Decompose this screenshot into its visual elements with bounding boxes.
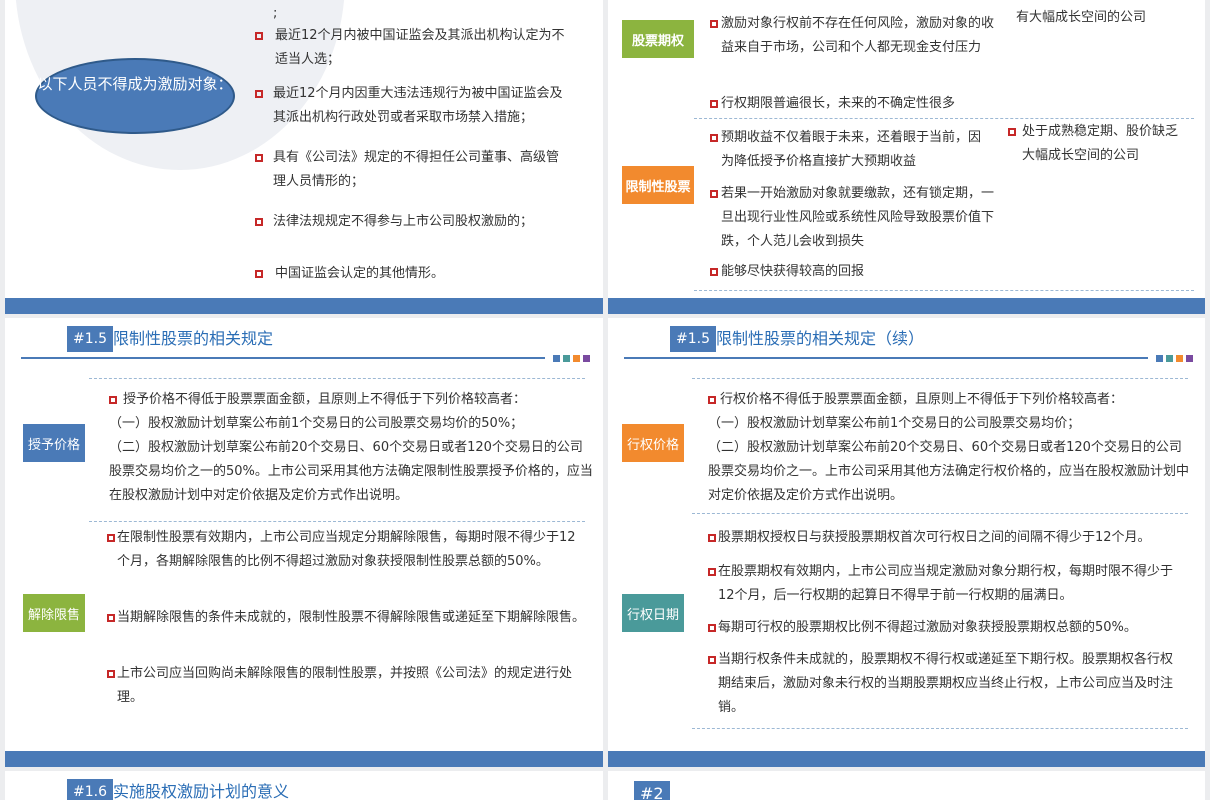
restricted-item: 预期收益不仅着眼于未来，还着眼于当前，因为降低授予价格直接扩大预期收益 [721, 130, 982, 169]
list-item: 中国证监会认定的其他情形。 [275, 266, 445, 281]
divider [692, 728, 1188, 729]
options-item: 行权期限普遍很长，未来的不确定性很多 [721, 96, 956, 111]
section-tag: #1.6 [67, 779, 113, 800]
list-item: ; [273, 6, 278, 21]
bullet-icon [710, 268, 718, 276]
slide-restricted-stock-rules[interactable]: #1.5 限制性股票的相关规定 授予价格 授予价格不得低于股票票面金额，且原则上… [5, 318, 603, 767]
title-underline [624, 357, 1148, 359]
label-unlock: 解除限售 [23, 594, 85, 632]
divider [692, 378, 1188, 379]
section-tag: #1.5 [67, 326, 113, 352]
label-exercise-price: 行权价格 [622, 424, 684, 462]
ellipse-heading: 以下人员不得成为激励对象： [35, 58, 235, 134]
color-dots [553, 355, 590, 362]
footer-bar [608, 298, 1205, 314]
bullet-icon [107, 534, 115, 542]
list-item: 具有《公司法》规定的不得担任公司董事、高级管理人员情形的； [273, 150, 560, 189]
section-tag: #2 [634, 781, 670, 800]
slide-option-rules[interactable]: #1.5 限制性股票的相关规定（续） 行权价格 行权价格不得低于股票票面金额，且… [608, 318, 1205, 767]
unlock-item: 当期解除限售的条件未成就的，限制性股票不得解除限售或递延至下期解除限售。 [117, 610, 586, 625]
divider [692, 513, 1188, 514]
restricted-item: 能够尽快获得较高的回报 [721, 264, 865, 279]
section-title: 实施股权激励计划的意义 [113, 782, 290, 800]
label-stock-options: 股票期权 [622, 20, 694, 58]
slide-options-vs-restricted[interactable]: 股票期权 激励对象行权前不存在任何风险，激励对象的收益来自于市场，公司和个人都无… [608, 0, 1205, 314]
footer-bar [608, 751, 1205, 767]
divider [694, 290, 1194, 291]
bullet-icon [107, 614, 115, 622]
bullet-icon [710, 100, 718, 108]
section-title: 限制性股票的相关规定 [113, 329, 274, 348]
label-grant-price: 授予价格 [23, 424, 85, 462]
bullet-icon [255, 90, 263, 98]
grant-price-text: 授予价格不得低于股票票面金额，且原则上不得低于下列价格较高者： （一）股权激励计… [109, 392, 593, 503]
list-item: 最近12个月内因重大违法违规行为被中国证监会及其派出机构行政处罚或者采取市场禁入… [273, 86, 563, 125]
options-right-text: 有大幅成长空间的公司 [1016, 10, 1147, 25]
exercise-price-text: 行权价格不得低于股票票面金额，且原则上不得低于下列价格较高者： （一）股权激励计… [708, 392, 1190, 503]
bullet-icon [710, 134, 718, 142]
restricted-right-text: 处于成熟稳定期、股价缺乏大幅成长空间的公司 [1022, 124, 1179, 163]
exercise-date-item: 股票期权授权日与获授股票期权首次可行权日之间的间隔不得少于12个月。 [718, 530, 1151, 545]
bullet-icon [255, 32, 263, 40]
bullet-icon [255, 218, 263, 226]
bullet-icon [708, 624, 716, 632]
bullet-icon [708, 568, 716, 576]
restricted-item: 若果一开始激励对象就要缴款，还有锁定期，一旦出现行业性风险或系统性风险导致股票价… [721, 186, 995, 249]
footer-bar [5, 298, 603, 314]
bullet-icon [708, 534, 716, 542]
list-item: 法律法规规定不得参与上市公司股权激励的； [273, 214, 534, 229]
bullet-icon [255, 270, 263, 278]
bullet-icon [1008, 128, 1016, 136]
footer-bar [5, 751, 603, 767]
bullet-icon [255, 154, 263, 162]
bullet-icon [710, 190, 718, 198]
unlock-item: 在限制性股票有效期内，上市公司应当规定分期解除限售，每期时限不得少于12个月，各… [117, 530, 576, 569]
section-title: 限制性股票的相关规定（续） [716, 329, 925, 348]
exercise-date-item: 当期行权条件未成就的，股票期权不得行权或递延至下期行权。股票期权各行权期结束后，… [718, 652, 1174, 715]
bullet-icon [107, 670, 115, 678]
exercise-date-item: 在股票期权有效期内，上市公司应当规定激励对象分期行权，每期时限不得少于12个月，… [718, 564, 1174, 603]
divider [694, 118, 1194, 119]
section-tag: #1.5 [670, 326, 716, 352]
bullet-icon [710, 20, 718, 28]
divider [89, 521, 585, 522]
label-restricted-stock: 限制性股票 [622, 166, 694, 204]
color-dots [1156, 355, 1193, 362]
divider [89, 378, 585, 379]
list-item: 最近12个月内被中国证监会及其派出机构认定为不适当人选； [275, 28, 565, 67]
unlock-item: 上市公司应当回购尚未解除限售的限制性股票，并按照《公司法》的规定进行处理。 [117, 666, 573, 705]
slide-excluded-persons[interactable]: 以下人员不得成为激励对象： ; 最近12个月内被中国证监会及其派出机构认定为不适… [5, 0, 603, 314]
title-underline [21, 357, 545, 359]
exercise-date-item: 每期可行权的股票期权比例不得超过激励对象获授股票期权总额的50%。 [718, 620, 1137, 635]
slide-section-2[interactable]: #2 [608, 771, 1205, 800]
label-exercise-date: 行权日期 [622, 594, 684, 632]
bullet-icon [708, 656, 716, 664]
options-item: 激励对象行权前不存在任何风险，激励对象的收益来自于市场，公司和个人都无现金支付压… [721, 16, 995, 55]
slide-significance[interactable]: #1.6 实施股权激励计划的意义 [5, 771, 603, 800]
